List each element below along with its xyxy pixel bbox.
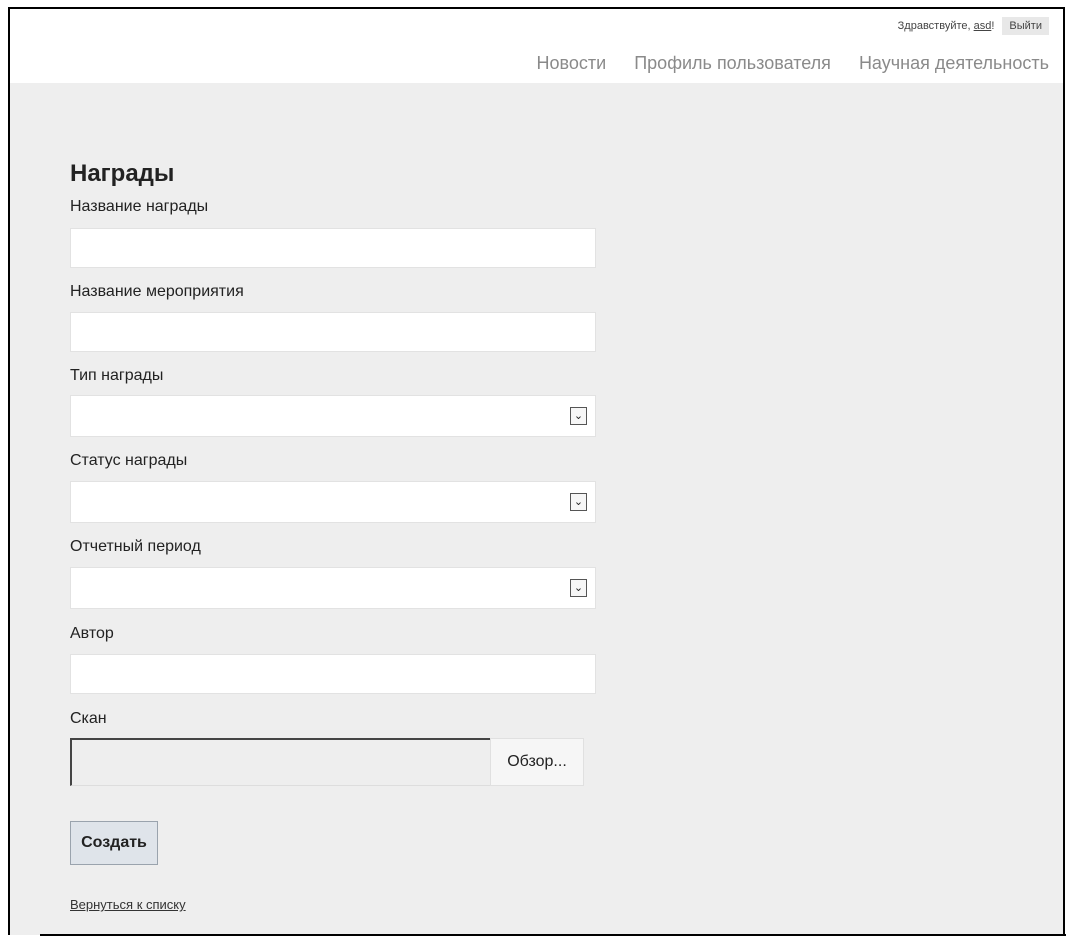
- scan-file-path[interactable]: [70, 738, 490, 786]
- event-name-input[interactable]: [70, 312, 596, 352]
- chevron-down-icon[interactable]: ⌄: [570, 579, 587, 597]
- award-name-label: Название награды: [70, 198, 209, 215]
- chevron-down-icon[interactable]: ⌄: [570, 493, 587, 511]
- login-area: Здравствуйте, asd! Выйти: [898, 17, 1049, 35]
- main-nav: Новости Профиль пользователя Научная дея…: [537, 53, 1049, 74]
- browser-page: Здравствуйте, asd! Выйти Новости Профиль…: [8, 7, 1065, 935]
- greeting-prefix: Здравствуйте,: [897, 20, 974, 32]
- award-name-input[interactable]: [70, 228, 596, 268]
- create-button[interactable]: Создать: [70, 821, 158, 865]
- author-input[interactable]: [70, 654, 596, 694]
- nav-item-research[interactable]: Научная деятельность: [859, 53, 1049, 74]
- page-title: Награды: [70, 160, 175, 187]
- award-status-label: Статус награды: [70, 452, 188, 469]
- nav-item-profile[interactable]: Профиль пользователя: [634, 53, 831, 74]
- award-type-select[interactable]: ⌄: [70, 395, 596, 437]
- event-name-label: Название мероприятия: [70, 283, 244, 300]
- back-to-list-link[interactable]: Вернуться к списку: [70, 897, 186, 912]
- site-logo: [60, 29, 122, 91]
- report-period-label: Отчетный период: [70, 538, 201, 555]
- award-status-select[interactable]: ⌄: [70, 481, 596, 523]
- report-period-select[interactable]: ⌄: [70, 567, 596, 609]
- site-header: Здравствуйте, asd! Выйти Новости Профиль…: [10, 9, 1063, 91]
- author-label: Автор: [70, 625, 114, 642]
- username-link[interactable]: asd: [974, 20, 992, 32]
- greeting-text: Здравствуйте, asd!: [898, 20, 995, 32]
- chevron-down-icon[interactable]: ⌄: [570, 407, 587, 425]
- browse-button[interactable]: Обзор...: [490, 738, 584, 786]
- award-type-label: Тип награды: [70, 367, 164, 384]
- greeting-suffix: !: [991, 20, 995, 32]
- frame-bottom-border: [40, 934, 1066, 936]
- nav-item-news[interactable]: Новости: [537, 53, 607, 74]
- main-content: Награды Название награды Название меропр…: [10, 83, 1063, 935]
- scan-label: Скан: [70, 710, 107, 727]
- logout-button[interactable]: Выйти: [1002, 17, 1049, 35]
